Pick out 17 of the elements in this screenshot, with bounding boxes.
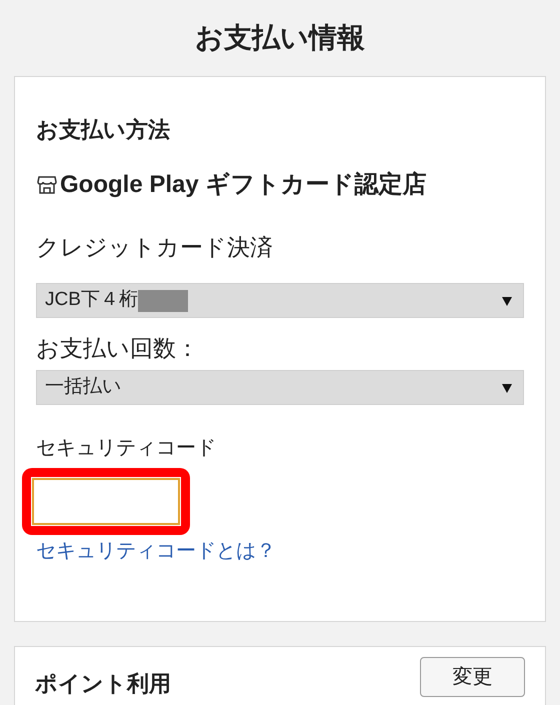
dropdown-value: JCB下４桁 xyxy=(45,288,138,312)
dropdown-field[interactable]: JCB下４桁 xyxy=(36,283,524,318)
dropdown-value: 一括払い xyxy=(45,375,121,400)
help-link[interactable]: セキュリティコードとは？ xyxy=(36,540,276,562)
section-heading: お支払い方法 xyxy=(36,116,171,144)
dropdown-arrow-icon xyxy=(501,294,513,306)
store-icon xyxy=(36,174,58,196)
dropdown-arrow-icon xyxy=(501,382,513,394)
change-button[interactable]: 変更 xyxy=(420,657,525,697)
page-title: お支払い情報 xyxy=(195,21,365,55)
installments-label: お支払い回数： xyxy=(36,335,199,361)
payment-method-label: クレジットカード決済 xyxy=(36,234,273,260)
store-name: Google Play ギフトカード認定店 xyxy=(60,170,426,200)
field-label: セキュリティコード xyxy=(36,437,216,459)
section-heading: ポイント利用 xyxy=(35,670,171,698)
security-code-input[interactable] xyxy=(32,478,180,525)
dropdown-field[interactable]: 一括払い xyxy=(36,370,524,405)
